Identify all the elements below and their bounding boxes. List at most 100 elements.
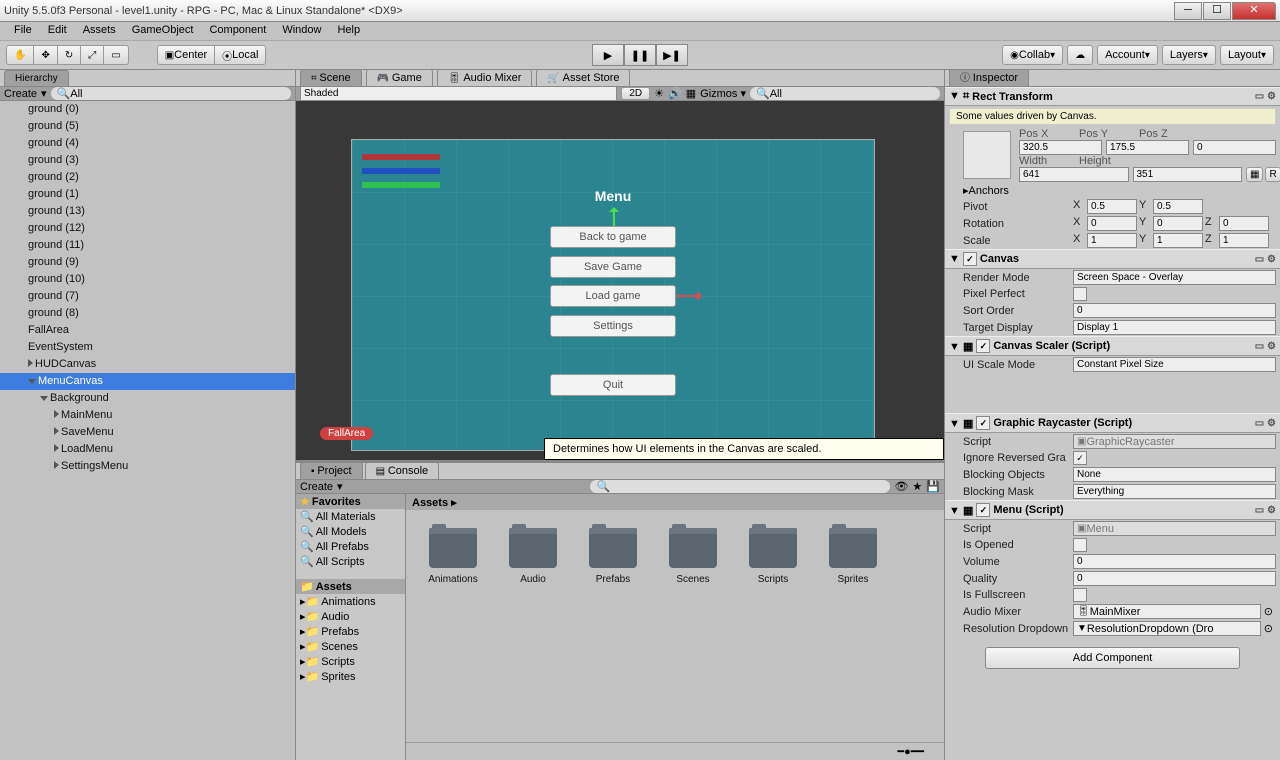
hierarchy-item[interactable]: ground (1)	[0, 186, 295, 203]
step-button[interactable]: ▶❚	[656, 44, 688, 66]
move-tool[interactable]: ✥	[33, 45, 56, 65]
tree-item[interactable]: ▸📁Scripts	[296, 654, 405, 669]
tree-item[interactable]: ▸📁Audio	[296, 609, 405, 624]
audio-toggle[interactable]: 🔊	[668, 87, 682, 100]
hierarchy-item[interactable]: LoadMenu	[0, 441, 295, 458]
volume-field[interactable]: 0	[1073, 554, 1276, 569]
folder-item[interactable]: Audio	[504, 528, 562, 585]
rot-z[interactable]: 0	[1219, 216, 1269, 231]
menu-settings-button[interactable]: Settings	[550, 315, 676, 337]
hierarchy-search[interactable]: 🔍All	[51, 87, 291, 100]
2d-toggle[interactable]: 2D	[621, 87, 650, 100]
maximize-button[interactable]: ☐	[1203, 2, 1231, 20]
menu-help[interactable]: Help	[329, 22, 368, 40]
scale-x[interactable]: 1	[1087, 233, 1137, 248]
hierarchy-item[interactable]: EventSystem	[0, 339, 295, 356]
is-fullscreen[interactable]	[1073, 588, 1087, 602]
canvas-preview[interactable]: Menu Back to game Save Game Load game Se…	[351, 139, 875, 451]
blocking-objects[interactable]: None	[1073, 467, 1276, 482]
play-button[interactable]: ▶	[592, 44, 624, 66]
cloud-button[interactable]: ☁	[1067, 45, 1093, 65]
menu-load-button[interactable]: Load game	[550, 285, 676, 307]
tab-inspector[interactable]: ⓘ Inspector	[949, 70, 1029, 86]
close-button[interactable]: ✕	[1232, 2, 1276, 20]
light-toggle[interactable]: ☀	[654, 87, 664, 100]
hierarchy-item[interactable]: ground (8)	[0, 305, 295, 322]
hierarchy-item[interactable]: ground (3)	[0, 152, 295, 169]
hierarchy-item[interactable]: MainMenu	[0, 407, 295, 424]
hierarchy-create[interactable]: Create	[4, 88, 37, 100]
menu-quit-button[interactable]: Quit	[550, 374, 676, 396]
is-opened[interactable]	[1073, 538, 1087, 552]
hierarchy-item[interactable]: HUDCanvas	[0, 356, 295, 373]
anchor-preset[interactable]	[963, 131, 1011, 179]
search-star-icon[interactable]: ★	[912, 480, 922, 493]
gizmos-dropdown[interactable]: Gizmos ▾	[700, 87, 746, 100]
hierarchy-item[interactable]: ground (5)	[0, 118, 295, 135]
render-mode[interactable]: Screen Space - Overlay	[1073, 270, 1276, 285]
folder-item[interactable]: Animations	[424, 528, 482, 585]
rotate-tool[interactable]: ↻	[57, 45, 80, 65]
hierarchy-item[interactable]: ground (7)	[0, 288, 295, 305]
raycaster-header[interactable]: ▼ ▦✓Graphic Raycaster (Script)▭ ⚙	[945, 413, 1280, 433]
height-field[interactable]: 351	[1133, 167, 1243, 182]
hierarchy-item[interactable]: MenuCanvas	[0, 373, 295, 390]
scaler-header[interactable]: ▼ ▦✓Canvas Scaler (Script)▭ ⚙	[945, 336, 1280, 356]
pixel-perfect[interactable]	[1073, 287, 1087, 301]
blocking-mask[interactable]: Everything	[1073, 484, 1276, 499]
hierarchy-item[interactable]: SaveMenu	[0, 424, 295, 441]
posz-field[interactable]: 0	[1193, 140, 1276, 155]
rot-y[interactable]: 0	[1153, 216, 1203, 231]
hierarchy-item[interactable]: ground (12)	[0, 220, 295, 237]
tab-audiomixer[interactable]: 🎚 Audio Mixer	[437, 69, 533, 86]
folder-item[interactable]: Sprites	[824, 528, 882, 585]
add-component-button[interactable]: Add Component	[985, 647, 1240, 669]
project-create[interactable]: Create	[300, 481, 333, 493]
hierarchy-item[interactable]: Background	[0, 390, 295, 407]
pivot-y[interactable]: 0.5	[1153, 199, 1203, 214]
scale-y[interactable]: 1	[1153, 233, 1203, 248]
pivot-center-button[interactable]: ▣ Center	[157, 45, 214, 65]
blueprint-button[interactable]: ▦	[1246, 167, 1263, 182]
scale-mode[interactable]: Constant Pixel Size	[1073, 357, 1276, 372]
canvas-enabled[interactable]: ✓	[963, 252, 977, 266]
hierarchy-item[interactable]: ground (11)	[0, 237, 295, 254]
project-breadcrumb[interactable]: Assets ▸	[406, 494, 944, 510]
folder-item[interactable]: Scenes	[664, 528, 722, 585]
fx-toggle[interactable]: ▦	[686, 87, 696, 100]
menu-gameobject[interactable]: GameObject	[124, 22, 202, 40]
tab-game[interactable]: 🎮 Game	[366, 69, 433, 86]
tab-assetstore[interactable]: 🛒 Asset Store	[536, 69, 630, 86]
scene-viewport[interactable]: Menu Back to game Save Game Load game Se…	[296, 101, 944, 460]
hierarchy-item[interactable]: ground (0)	[0, 101, 295, 118]
scene-search[interactable]: 🔍All	[750, 87, 940, 100]
pivot-x[interactable]: 0.5	[1087, 199, 1137, 214]
menu-back-button[interactable]: Back to game	[550, 226, 676, 248]
folder-item[interactable]: Scripts	[744, 528, 802, 585]
tree-item[interactable]: ▸📁Prefabs	[296, 624, 405, 639]
posx-field[interactable]: 320.5	[1019, 140, 1102, 155]
layers-button[interactable]: Layers ▾	[1162, 45, 1216, 65]
hierarchy-item[interactable]: ground (10)	[0, 271, 295, 288]
hierarchy-list[interactable]: ground (0)ground (5)ground (4)ground (3)…	[0, 101, 295, 760]
thumbnail-slider[interactable]: ━●━━	[897, 745, 924, 758]
menu-edit[interactable]: Edit	[40, 22, 75, 40]
tree-item[interactable]: ▸📁Animations	[296, 594, 405, 609]
rect-tool[interactable]: ▭	[103, 45, 128, 65]
hierarchy-item[interactable]: FallArea	[0, 322, 295, 339]
menu-script-header[interactable]: ▼ ▦✓Menu (Script)▭ ⚙	[945, 500, 1280, 520]
tree-item[interactable]: ▸📁Sprites	[296, 669, 405, 684]
folder-item[interactable]: Prefabs	[584, 528, 642, 585]
tree-item[interactable]: ▸📁Scenes	[296, 639, 405, 654]
menu-file[interactable]: File	[6, 22, 40, 40]
minimize-button[interactable]: ─	[1174, 2, 1202, 20]
hierarchy-item[interactable]: ground (13)	[0, 203, 295, 220]
fallarea-label[interactable]: FallArea	[320, 427, 373, 440]
folder-grid[interactable]: Animations Audio Prefabs Scenes Scripts Sprit…	[406, 510, 944, 742]
raw-button[interactable]: R	[1265, 167, 1280, 182]
hierarchy-item[interactable]: ground (9)	[0, 254, 295, 271]
tab-hierarchy[interactable]: Hierarchy	[4, 70, 69, 86]
width-field[interactable]: 641	[1019, 167, 1129, 182]
account-button[interactable]: Account ▾	[1097, 45, 1158, 65]
search-filter-icon[interactable]: 👁	[894, 480, 908, 493]
